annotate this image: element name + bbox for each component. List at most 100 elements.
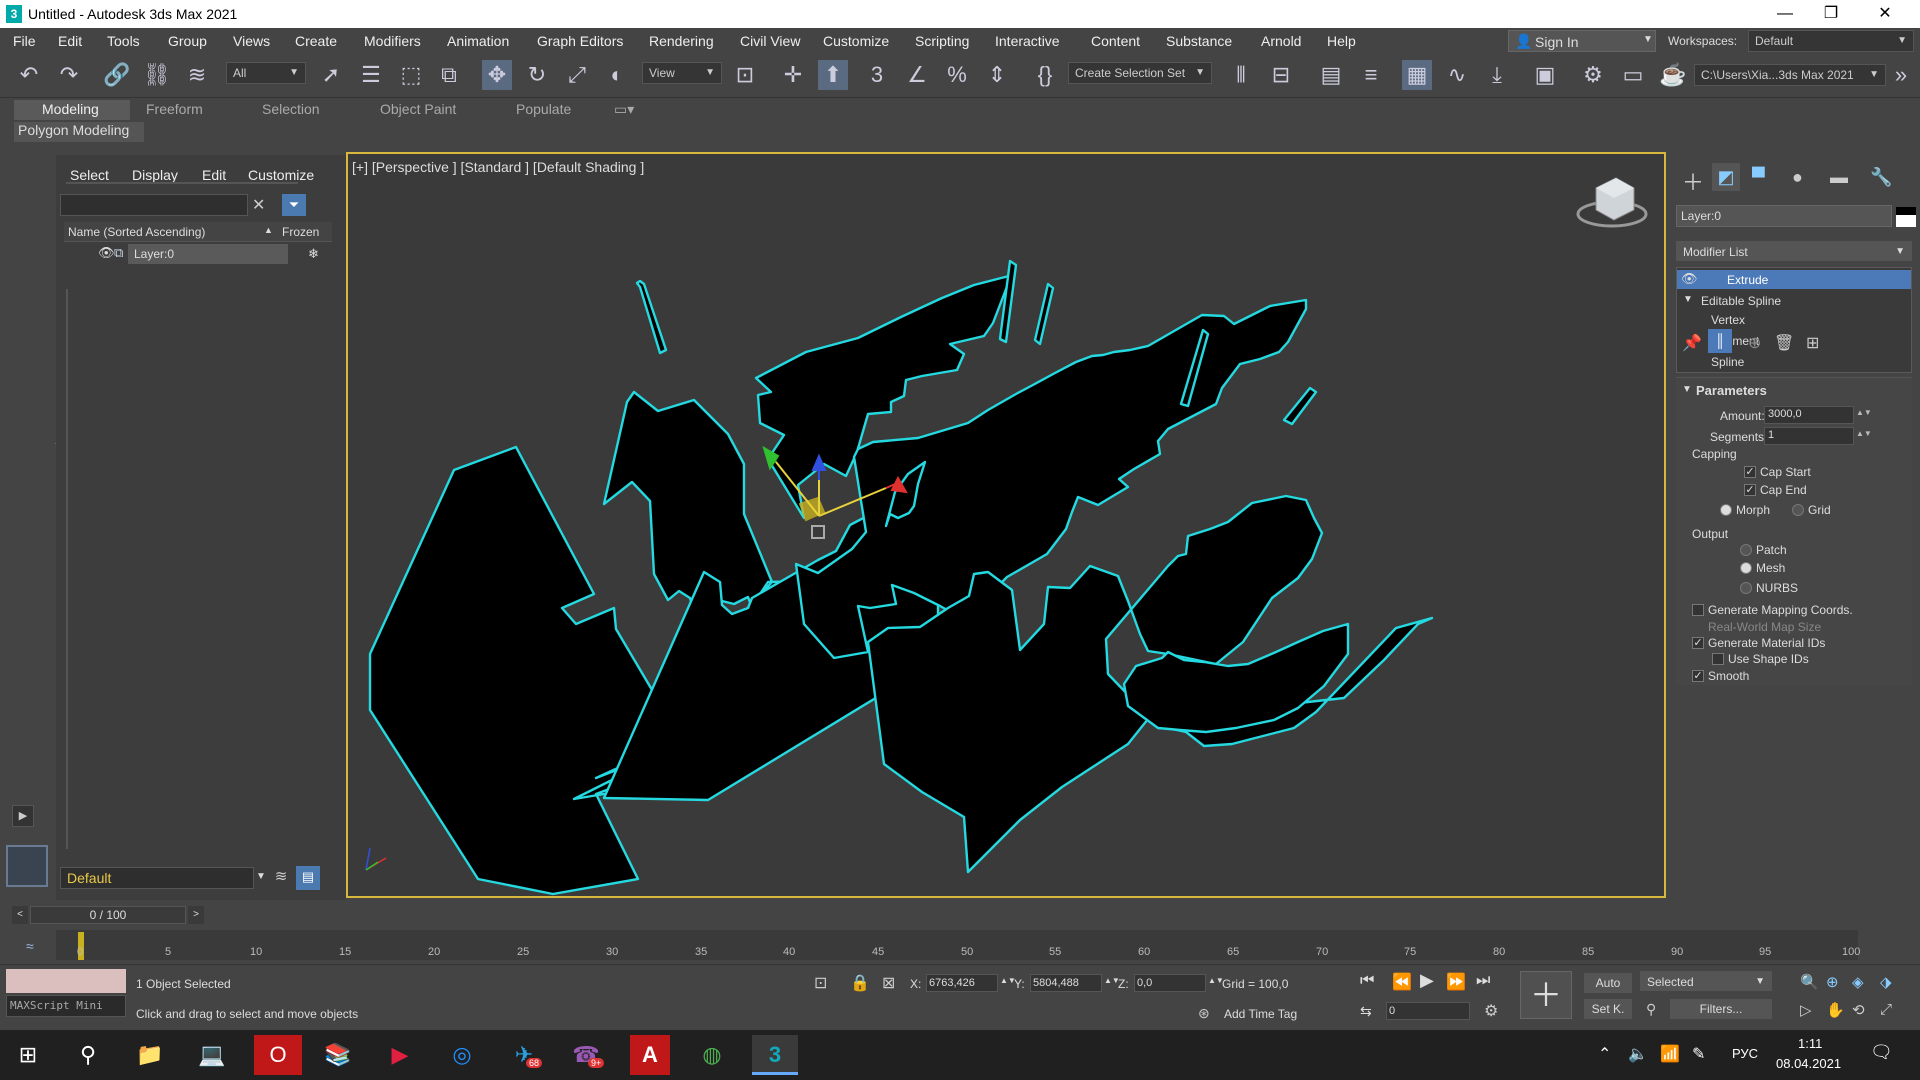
menu-substance[interactable]: Substance [1166,33,1232,49]
gen-mapping-checkbox[interactable] [1692,604,1704,616]
parameters-title[interactable]: Parameters [1696,383,1767,398]
file-explorer-icon[interactable]: 📁 [130,1035,170,1075]
rotate-icon[interactable]: ↻ [522,60,552,90]
menu-group[interactable]: Group [168,33,207,49]
use-shape-ids-checkbox[interactable] [1712,653,1724,665]
menu-help[interactable]: Help [1327,33,1356,49]
scale-icon[interactable]: ⤢ [562,60,592,90]
tab-modeling[interactable]: Modeling [42,101,99,117]
percent-snap-icon[interactable]: % [942,60,972,90]
menu-customize[interactable]: Customize [823,33,889,49]
nurbs-radio[interactable] [1740,582,1752,594]
prev-key-icon[interactable]: ⏪ [1392,972,1412,992]
instagram-icon[interactable]: ◎ [442,1035,482,1075]
sub-object-vertex[interactable]: Vertex [1711,313,1745,327]
gen-material-ids-checkbox[interactable]: ✓ [1692,637,1704,649]
window-crossing-icon[interactable]: ⧉ [434,60,464,90]
lock-icon[interactable]: 🔒 [850,973,870,993]
morph-radio[interactable] [1720,504,1732,516]
volume-icon[interactable]: 🔈 [1628,1044,1648,1064]
bind-spacewarp-icon[interactable]: ≋ [182,60,212,90]
render-setup-icon[interactable]: ⚙ [1578,60,1608,90]
filter-toggle-icon[interactable]: ⏷ [282,194,306,216]
display-tab-icon[interactable]: ▬ [1830,167,1848,188]
list-item[interactable]: 👁 Extrude [1677,270,1911,289]
pan-icon[interactable]: ✋ [1826,1001,1845,1019]
clear-search-icon[interactable]: ✕ [252,195,265,215]
expand-toolbar-icon[interactable]: » [1886,60,1916,90]
cap-end-checkbox[interactable]: ✓ [1744,484,1756,496]
computer-icon[interactable]: 💻 [192,1035,232,1075]
segments-spinner[interactable]: 1 [1764,427,1854,445]
menu-graph-editors[interactable]: Graph Editors [537,33,623,49]
viewport-layout-icon[interactable] [6,845,48,887]
ribbon-toggle-icon[interactable]: ▦ [1402,60,1432,90]
curve-editor-icon[interactable]: ∿ [1442,60,1472,90]
col-frozen-header[interactable]: Frozen [282,225,319,239]
orbit-icon[interactable]: ⟲ [1852,1001,1865,1019]
pivot-center-icon[interactable]: ⊡ [730,60,760,90]
modifier-list-dropdown[interactable]: Modifier List ▼ [1676,241,1912,261]
x-coordinate-field[interactable]: 6763,426 [926,974,998,992]
goto-start-icon[interactable]: ⏮ [1360,972,1374,990]
maxscript-listener[interactable] [6,969,126,993]
menu-animation[interactable]: Animation [447,33,509,49]
show-end-result-icon[interactable]: ║ [1708,329,1732,353]
polygon-modeling-panel[interactable]: Polygon Modeling [14,122,144,142]
create-tab-icon[interactable]: ＋ [1682,165,1704,197]
minimize-button[interactable]: — [1762,0,1808,28]
menu-arnold[interactable]: Arnold [1261,33,1301,49]
menu-content[interactable]: Content [1091,33,1140,49]
autocad-icon[interactable]: A [630,1035,670,1075]
select-object-icon[interactable]: ➚ [316,60,346,90]
select-manipulate-icon[interactable]: ✛ [778,60,808,90]
maxscript-mini-input[interactable]: MAXScript Mini [6,995,126,1017]
spinner-arrows-icon[interactable]: ▲▼ [1856,408,1872,417]
move-icon[interactable]: ✥ [482,60,512,90]
spinner-arrows-icon[interactable]: ▲▼ [1856,429,1872,438]
align-icon[interactable]: ⊟ [1266,60,1296,90]
time-slider[interactable]: 0 / 100 [30,906,186,924]
workspace-dropdown[interactable]: Default ▼ [1748,30,1914,52]
y-coordinate-field[interactable]: 5804,488 [1030,974,1102,992]
network-icon[interactable]: 📶 [1660,1044,1680,1064]
zoom-extents-all-icon[interactable]: ⬗ [1880,973,1892,991]
col-name-header[interactable]: Name (Sorted Ascending) [68,225,205,239]
media-player-icon[interactable]: ▶ [380,1035,420,1075]
clock-date[interactable]: 08.04.2021 [1776,1056,1841,1071]
tab-object-paint[interactable]: Object Paint [380,101,456,117]
zoom-all-icon[interactable]: ⊕ [1826,973,1839,991]
viber-icon[interactable]: ☎ [566,1035,606,1075]
zoom-extents-icon[interactable]: ◈ [1852,973,1864,991]
set-key-button[interactable]: Set K. [1584,999,1632,1019]
layer-manager-icon[interactable]: ▤ [296,866,320,890]
snowflake-icon[interactable]: ❄ [308,246,319,262]
list-item[interactable]: ▼ Editable Spline [1677,291,1911,310]
pen-icon[interactable]: ✎ [1692,1044,1705,1064]
curve-editor-mini-icon[interactable]: ≈ [26,938,34,954]
render-icon[interactable]: ☕ [1658,60,1688,90]
modify-tab-icon[interactable]: ◩ [1712,163,1740,191]
key-mode-icon[interactable]: ⇆ [1360,1003,1372,1020]
unlink-icon[interactable]: ⛓ [142,60,172,90]
placement-icon[interactable]: ◐ [602,60,632,90]
set-key-icon[interactable]: ＋ [1520,971,1572,1019]
utilities-tab-icon[interactable]: 🔧 [1870,167,1892,188]
configure-modifier-icon[interactable]: ⊞ [1806,333,1819,353]
object-color-swatch[interactable] [1896,207,1916,227]
play-expand-icon[interactable]: ▶ [12,805,34,827]
mesh-radio[interactable] [1740,562,1752,574]
windows-start-icon[interactable]: ⊞ [8,1035,48,1075]
menu-tools[interactable]: Tools [107,33,140,49]
key-filters-button[interactable]: Filters... [1670,999,1772,1019]
project-path-dropdown[interactable]: C:\Users\Xia...3ds Max 2021 ▼ [1694,64,1886,86]
zoom-icon[interactable]: 🔍 [1800,973,1819,991]
3dsmax-taskbar-icon[interactable]: 3 [752,1035,798,1075]
chrome-icon[interactable]: ◍ [692,1035,732,1075]
expand-arrow-icon[interactable]: ▼ [1683,294,1693,305]
tab-selection[interactable]: Selection [262,101,320,117]
goto-end-icon[interactable]: ⏭ [1476,972,1490,990]
create-selection-set-dropdown[interactable]: Create Selection Set ▼ [1068,62,1212,84]
prev-frame-icon[interactable]: < [12,906,28,924]
keyboard-shortcut-icon[interactable]: ⬆ [818,60,848,90]
